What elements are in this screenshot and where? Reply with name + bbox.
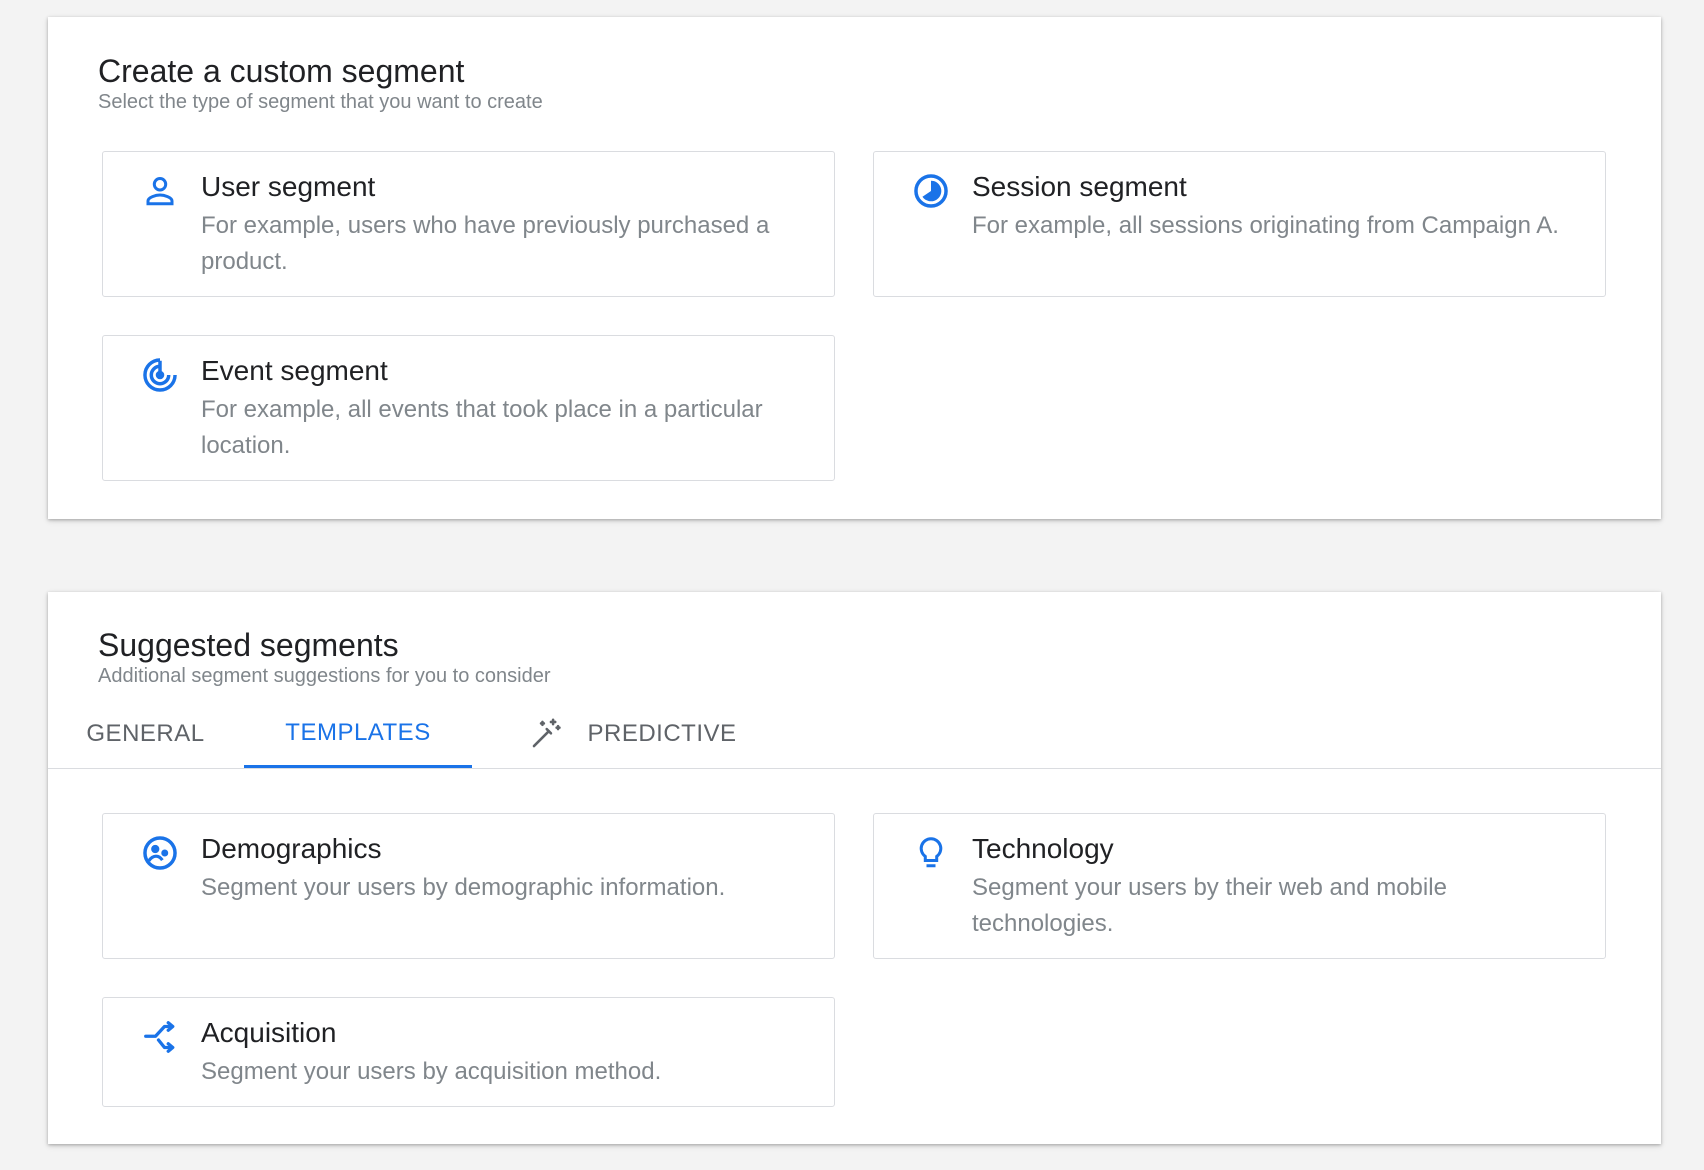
tab-templates-label: TEMPLATES: [285, 718, 431, 746]
user-segment-description: For example, users who have previously p…: [201, 212, 770, 275]
demographics-title: Demographics: [201, 833, 382, 864]
lightbulb-icon: [912, 834, 950, 872]
acquisition-title: Acquisition: [201, 1017, 337, 1048]
acquisition-card[interactable]: Acquisition Segment your users by acquis…: [102, 997, 835, 1107]
session-segment-title: Session segment: [972, 171, 1187, 202]
suggested-segments-title: Suggested segments: [98, 627, 399, 663]
suggested-segments-subtitle: Additional segment suggestions for you t…: [98, 665, 551, 687]
demographics-description: Segment your users by demographic inform…: [201, 874, 726, 901]
session-segment-card[interactable]: Session segment For example, all session…: [873, 151, 1606, 297]
user-segment-title: User segment: [201, 171, 376, 202]
user-segment-card[interactable]: User segment For example, users who have…: [102, 151, 835, 297]
suggested-segments-panel: Suggested segments Additional segment su…: [48, 592, 1661, 1144]
event-segment-description: For example, all events that took place …: [201, 396, 763, 459]
tab-predictive[interactable]: PREDICTIVE: [518, 700, 748, 768]
event-segment-card[interactable]: Event segment For example, all events th…: [102, 335, 835, 481]
demographics-icon: [141, 834, 179, 872]
session-segment-description: For example, all sessions originating fr…: [972, 212, 1559, 239]
custom-segment-title: Create a custom segment: [98, 53, 465, 89]
event-target-icon: [141, 356, 179, 394]
acquisition-icon: [141, 1018, 179, 1056]
person-icon: [141, 172, 179, 210]
custom-segment-subtitle: Select the type of segment that you want…: [98, 91, 543, 113]
demographics-card[interactable]: Demographics Segment your users by demog…: [102, 813, 835, 959]
segment-tabs: GENERAL TEMPLATES PREDICTIVE: [48, 700, 1661, 769]
tab-general[interactable]: GENERAL: [48, 700, 243, 768]
technology-title: Technology: [972, 833, 1114, 864]
technology-card[interactable]: Technology Segment your users by their w…: [873, 813, 1606, 959]
acquisition-description: Segment your users by acquisition method…: [201, 1058, 662, 1085]
event-segment-title: Event segment: [201, 355, 388, 386]
tab-predictive-label: PREDICTIVE: [587, 720, 737, 747]
tab-general-label: GENERAL: [86, 720, 205, 747]
custom-segment-panel: Create a custom segment Select the type …: [48, 17, 1661, 519]
magic-wand-icon: [529, 717, 563, 751]
tab-templates[interactable]: TEMPLATES: [244, 700, 472, 768]
technology-description: Segment your users by their web and mobi…: [972, 874, 1447, 937]
session-pie-icon: [912, 172, 950, 210]
